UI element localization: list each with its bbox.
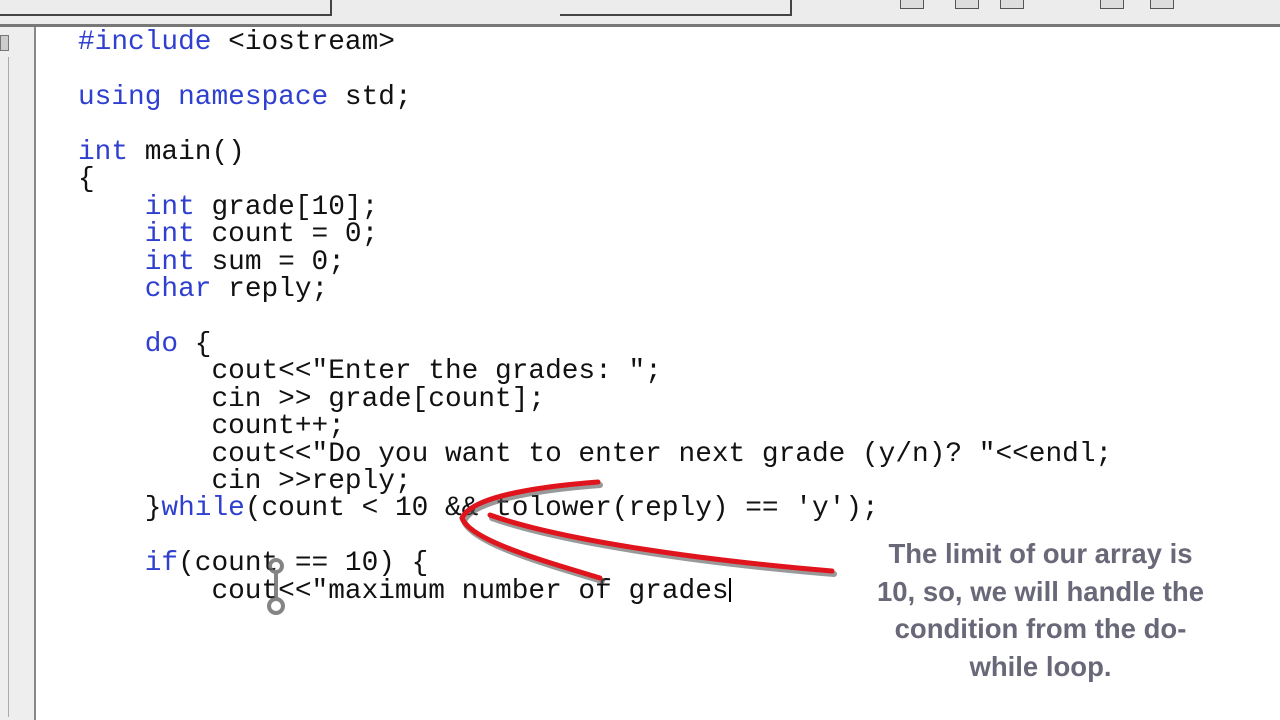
annotation-line: while loop. — [969, 650, 1112, 682]
annotation-line: condition from the do- — [894, 613, 1187, 644]
text-cursor-icon — [267, 558, 285, 615]
annotation-line: The limit of our array is — [888, 538, 1193, 569]
annotation-callout: The limit of our array is 10, so, we will… — [838, 535, 1243, 685]
annotation-line: 10, so, we will handle the — [876, 575, 1205, 607]
